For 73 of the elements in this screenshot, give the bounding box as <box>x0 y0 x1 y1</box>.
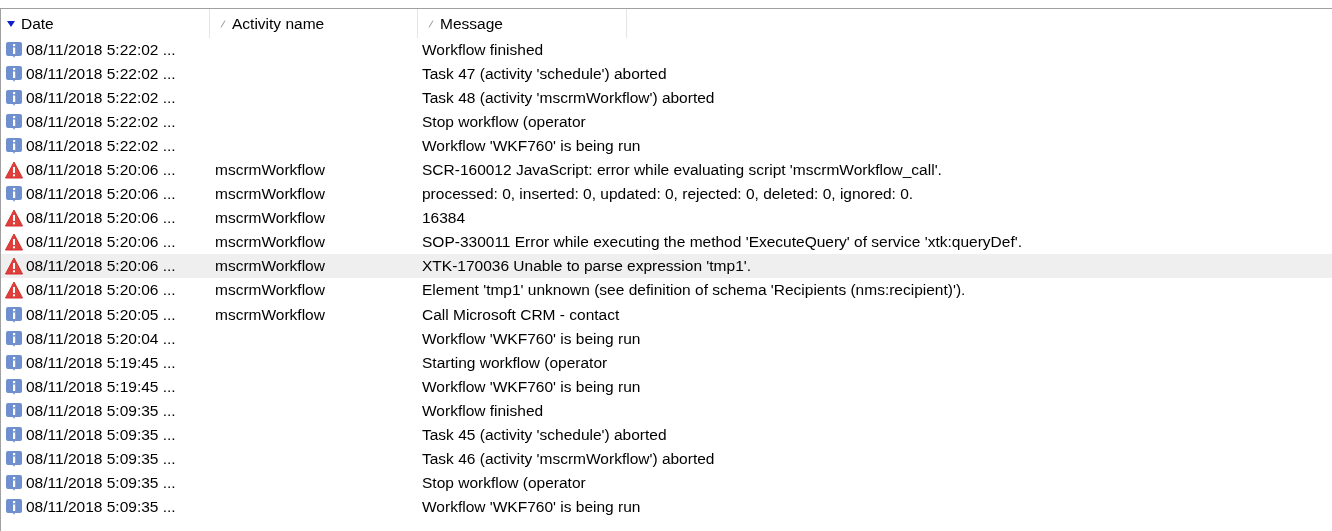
date-cell: 08/11/2018 5:09:35 ... <box>26 449 176 468</box>
log-row[interactable]: 08/11/2018 5:22:02 ... Stop workflow (operator <box>1 110 1332 135</box>
slash-icon <box>428 19 434 28</box>
date-cell: 08/11/2018 5:20:06 ... <box>26 281 176 300</box>
column-header[interactable]: Activity name <box>210 9 418 38</box>
log-row[interactable]: 08/11/2018 5:22:02 ... Workflow finished <box>1 38 1332 63</box>
message-cell: SCR-160012 JavaScript: error while evaluating script 'mscrmWorkflow_call'. <box>422 161 942 179</box>
message-cell: Element 'tmp1' unknown (see definition of schema 'Recipients (nms:recipient)'). <box>422 281 966 299</box>
column-header[interactable]: Date <box>1 9 210 38</box>
message-cell: Task 45 (activity 'schedule') aborted <box>422 425 667 443</box>
message-cell: XTK-170036 Unable to parse expression 'tmp1'. <box>422 257 752 275</box>
message-cell: Task 46 (activity 'mscrmWorkflow') aborted <box>422 449 715 467</box>
date-cell: 08/11/2018 5:22:02 ... <box>26 65 176 84</box>
date-cell: 08/11/2018 5:19:45 ... <box>26 353 176 372</box>
date-cell: 08/11/2018 5:20:04 ... <box>26 329 176 348</box>
log-row[interactable]: 08/11/2018 5:20:06 ... mscrmWorkflow XTK-170036 Unable to parse expression 'tmp1'. <box>1 254 1332 279</box>
log-row[interactable]: 08/11/2018 5:09:35 ... Task 46 (activity 'mscrmWorkflow') aborted <box>1 446 1332 471</box>
activity-cell: mscrmWorkflow <box>215 161 325 179</box>
date-cell: 08/11/2018 5:22:02 ... <box>26 41 176 59</box>
log-row[interactable]: 08/11/2018 5:20:06 ... mscrmWorkflow Element 'tmp1' unknown (see definition of schema 'Recipients (nms:recipient)'). <box>1 278 1332 303</box>
date-cell: 08/11/2018 5:22:02 ... <box>26 89 176 108</box>
log-row[interactable]: 08/11/2018 5:20:06 ... mscrmWorkflow 16384 <box>1 206 1332 231</box>
activity-cell: mscrmWorkflow <box>215 209 325 227</box>
date-cell: 08/11/2018 5:20:06 ... <box>26 161 176 180</box>
message-cell: Workflow finished <box>422 41 544 58</box>
activity-cell: mscrmWorkflow <box>215 281 325 299</box>
message-cell: Task 47 (activity 'schedule') aborted <box>422 65 667 83</box>
log-row[interactable]: 08/11/2018 5:09:35 ... Workflow 'WKF760' is being run <box>1 494 1332 519</box>
message-cell: 16384 <box>422 209 466 227</box>
date-cell: 08/11/2018 5:20:05 ... <box>26 305 176 324</box>
date-cell: 08/11/2018 5:09:35 ... <box>26 497 176 516</box>
log-row[interactable]: 08/11/2018 5:19:45 ... Starting workflow (operator <box>1 350 1332 375</box>
log-row[interactable]: 08/11/2018 5:20:06 ... mscrmWorkflow SOP-330011 Error while executing the method 'ExecuteQuery' of service 'xtk:queryDef'. <box>1 230 1332 255</box>
message-cell: Stop workflow (operator <box>422 113 586 131</box>
activity-cell: mscrmWorkflow <box>215 233 325 251</box>
log-row[interactable]: 08/11/2018 5:20:05 ... mscrmWorkflow Call Microsoft CRM - contact <box>1 302 1332 327</box>
date-cell: 08/11/2018 5:20:06 ... <box>26 185 176 204</box>
message-cell: Workflow 'WKF760' is being run <box>422 497 641 515</box>
date-cell: 08/11/2018 5:20:06 ... <box>26 209 176 228</box>
log-row[interactable]: 08/11/2018 5:20:06 ... mscrmWorkflow SCR-160012 JavaScript: error while evaluating script 'mscrmWorkflow_call'. <box>1 158 1332 183</box>
date-cell: 08/11/2018 5:22:02 ... <box>26 113 176 132</box>
message-cell: Workflow 'WKF760' is being run <box>422 377 641 395</box>
date-cell: 08/11/2018 5:09:35 ... <box>26 401 176 420</box>
log-row[interactable]: 08/11/2018 5:19:45 ... Workflow 'WKF760' is being run <box>1 374 1332 399</box>
message-cell: Stop workflow (operator <box>422 473 586 491</box>
message-cell: Workflow 'WKF760' is being run <box>422 329 641 347</box>
date-cell: 08/11/2018 5:20:06 ... <box>26 233 176 252</box>
activity-cell: mscrmWorkflow <box>215 185 325 203</box>
date-cell: 08/11/2018 5:19:45 ... <box>26 377 176 396</box>
message-cell: Workflow finished <box>422 401 544 419</box>
message-cell: Workflow 'WKF760' is being run <box>422 137 641 155</box>
log-row[interactable]: 08/11/2018 5:22:02 ... Task 48 (activity 'mscrmWorkflow') aborted <box>1 86 1332 111</box>
date-cell: 08/11/2018 5:22:02 ... <box>26 137 176 156</box>
log-row[interactable]: 08/11/2018 5:20:04 ... Workflow 'WKF760' is being run <box>1 326 1332 351</box>
message-cell: processed: 0, inserted: 0, updated: 0, rejected: 0, deleted: 0, ignored: 0. <box>422 185 914 203</box>
log-row[interactable]: 08/11/2018 5:22:02 ... Workflow 'WKF760' is being run <box>1 134 1332 159</box>
sort-descending-icon <box>7 19 15 28</box>
date-cell: 08/11/2018 5:20:06 ... <box>26 257 176 276</box>
log-row[interactable]: 08/11/2018 5:20:06 ... mscrmWorkflow processed: 0, inserted: 0, updated: 0, rejected: 0, deleted: 0, ignored: 0. <box>1 182 1332 207</box>
message-cell: Call Microsoft CRM - contact <box>422 305 620 323</box>
message-cell: Task 48 (activity 'mscrmWorkflow') aborted <box>422 89 715 107</box>
message-cell: SOP-330011 Error while executing the method 'ExecuteQuery' of service 'xtk:queryDef'. <box>422 233 1022 251</box>
activity-cell: mscrmWorkflow <box>215 305 325 323</box>
message-cell: Starting workflow (operator <box>422 353 608 371</box>
date-cell: 08/11/2018 5:09:35 ... <box>26 473 176 492</box>
log-row[interactable]: 08/11/2018 5:09:35 ... Stop workflow (operator <box>1 470 1332 495</box>
date-cell: 08/11/2018 5:09:35 ... <box>26 425 176 444</box>
log-row[interactable]: 08/11/2018 5:22:02 ... Task 47 (activity 'schedule') aborted <box>1 62 1332 87</box>
log-row[interactable]: 08/11/2018 5:09:35 ... Workflow finished <box>1 398 1332 423</box>
column-header[interactable]: Message <box>418 9 627 38</box>
log-row[interactable]: 08/11/2018 5:09:35 ... Task 45 (activity 'schedule') aborted <box>1 422 1332 447</box>
slash-icon <box>220 19 226 28</box>
activity-cell: mscrmWorkflow <box>215 257 325 275</box>
